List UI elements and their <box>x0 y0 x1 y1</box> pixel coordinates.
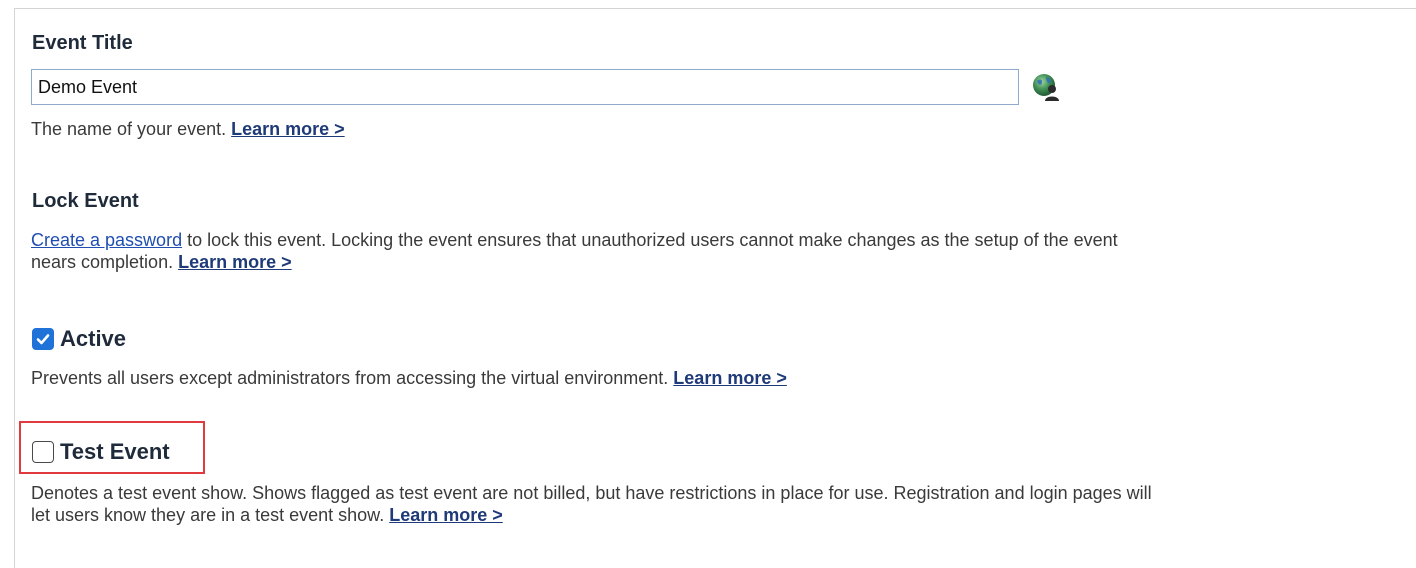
event-title-description: The name of your event. Learn more > <box>31 118 345 140</box>
event-title-heading: Event Title <box>32 32 133 54</box>
lock-event-heading: Lock Event <box>32 190 139 212</box>
test-event-description: Denotes a test event show. Shows flagged… <box>31 482 1411 526</box>
event-title-description-text: The name of your event. <box>31 119 227 139</box>
checkmark-icon <box>36 334 50 345</box>
test-event-learn-more-link[interactable]: Learn more > <box>389 505 503 525</box>
active-label[interactable]: Active <box>60 326 126 352</box>
event-title-input[interactable] <box>31 69 1019 105</box>
lock-event-description-text-2: nears completion. <box>31 252 174 272</box>
test-event-description-text: Denotes a test event show. Shows flagged… <box>31 483 1152 503</box>
test-event-checkbox[interactable] <box>32 441 54 463</box>
active-learn-more-link[interactable]: Learn more > <box>673 368 787 388</box>
active-description: Prevents all users except administrators… <box>31 367 787 389</box>
create-password-link[interactable]: Create a password <box>31 230 182 250</box>
test-event-description-text-2: let users know they are in a test event … <box>31 505 385 525</box>
active-description-text: Prevents all users except administrators… <box>31 368 669 388</box>
active-checkbox-row[interactable]: Active <box>32 326 126 352</box>
test-event-label[interactable]: Test Event <box>60 439 170 465</box>
globe-user-icon[interactable] <box>1031 72 1061 102</box>
lock-event-description: Create a password to lock this event. Lo… <box>31 229 1401 273</box>
lock-event-learn-more-link[interactable]: Learn more > <box>178 252 292 272</box>
event-title-learn-more-link[interactable]: Learn more > <box>231 119 345 139</box>
test-event-checkbox-row[interactable]: Test Event <box>32 439 170 465</box>
lock-event-description-text: to lock this event. Locking the event en… <box>182 230 1118 250</box>
active-checkbox[interactable] <box>32 328 54 350</box>
